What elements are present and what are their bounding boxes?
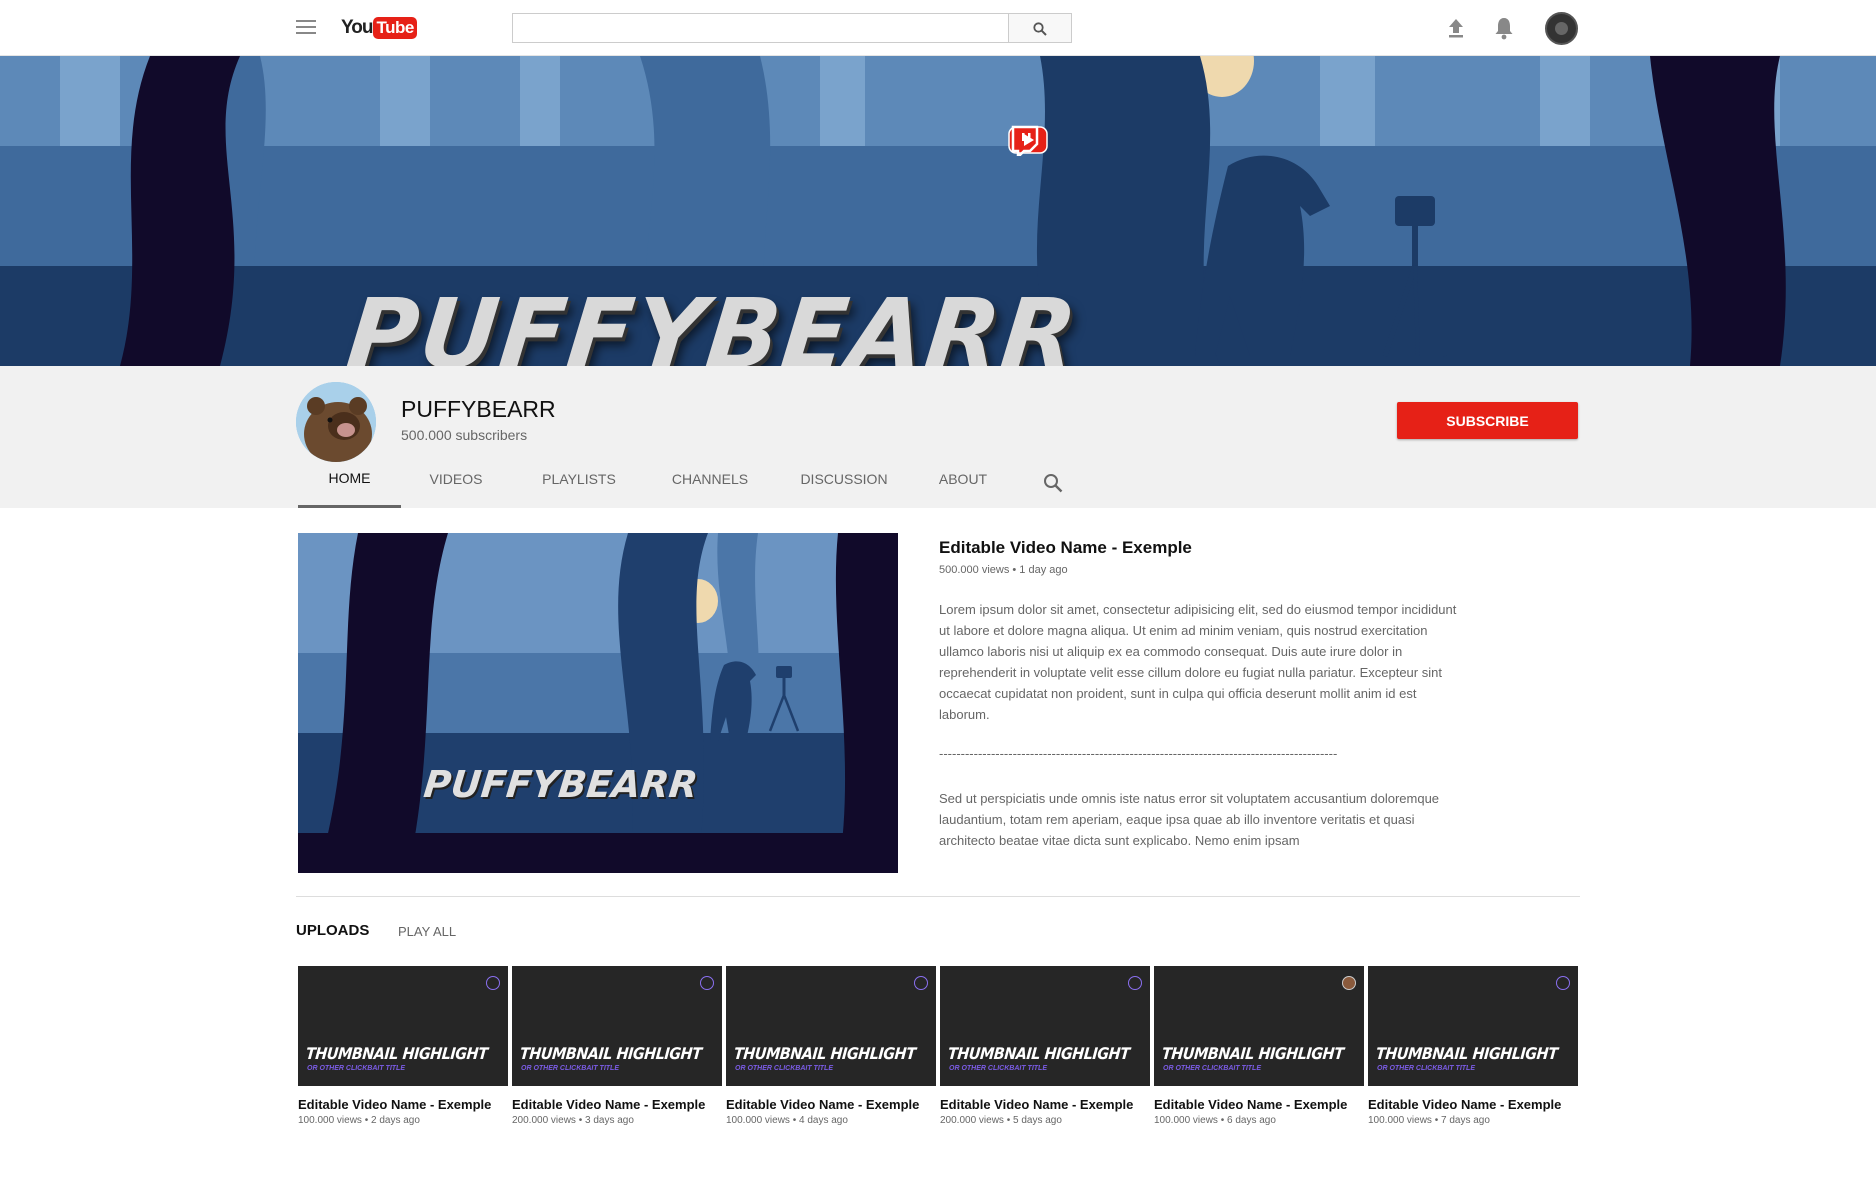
account-avatar[interactable] <box>1545 12 1578 45</box>
top-bar: You Tube <box>0 0 1876 56</box>
search-icon <box>1033 22 1047 36</box>
channel-logo-icon <box>914 976 928 990</box>
thumbnail-subtitle: OR OTHER CLICKBAIT TITLE <box>307 1065 405 1072</box>
thumbnail-highlight: THUMBNAIL HIGHLIGHT <box>733 1044 917 1063</box>
video-meta: 200.000 views • 5 days ago <box>940 1115 1062 1126</box>
video-title[interactable]: Editable Video Name - Exemple <box>1154 1097 1364 1112</box>
play-all-button[interactable]: PLAY ALL <box>398 924 456 939</box>
search-input[interactable] <box>512 13 1009 43</box>
video-card[interactable]: THUMBNAIL HIGHLIGHT OR OTHER CLICKBAIT T… <box>1154 966 1364 1126</box>
video-thumbnail[interactable]: THUMBNAIL HIGHLIGHT OR OTHER CLICKBAIT T… <box>1154 966 1364 1086</box>
featured-video-title[interactable]: Editable Video Name - Exemple <box>939 538 1192 558</box>
twitch-icon[interactable] <box>1008 124 1040 156</box>
featured-video-description: Lorem ipsum dolor sit amet, consectetur … <box>939 602 1457 722</box>
avatar-icon <box>1342 976 1356 990</box>
video-thumbnail[interactable]: THUMBNAIL HIGHLIGHT OR OTHER CLICKBAIT T… <box>726 966 936 1086</box>
video-meta: 200.000 views • 3 days ago <box>512 1115 634 1126</box>
video-thumbnail[interactable]: THUMBNAIL HIGHLIGHT OR OTHER CLICKBAIT T… <box>512 966 722 1086</box>
subscribe-button[interactable]: SUBSCRIBE <box>1397 402 1578 439</box>
youtube-logo[interactable]: You Tube <box>341 16 417 40</box>
channel-name: PUFFYBEARR <box>401 396 556 422</box>
video-title[interactable]: Editable Video Name - Exemple <box>940 1097 1150 1112</box>
channel-logo-icon <box>486 976 500 990</box>
featured-video-thumbnail[interactable]: PUFFYBEARR <box>298 533 898 873</box>
thumbnail-subtitle: OR OTHER CLICKBAIT TITLE <box>949 1065 1047 1072</box>
logo-tube-text: Tube <box>373 17 417 39</box>
featured-forest-art <box>298 533 898 873</box>
description-divider: ----------------------------------------… <box>939 746 1338 761</box>
tab-videos[interactable]: VIDEOS <box>416 450 496 508</box>
tab-home[interactable]: HOME <box>298 450 401 508</box>
video-meta: 100.000 views • 2 days ago <box>298 1115 420 1126</box>
featured-thumbnail-title: PUFFYBEARR <box>421 763 700 806</box>
channel-logo-icon <box>700 976 714 990</box>
video-meta: 100.000 views • 7 days ago <box>1368 1115 1490 1126</box>
video-card[interactable]: THUMBNAIL HIGHLIGHT OR OTHER CLICKBAIT T… <box>940 966 1150 1126</box>
thumbnail-highlight: THUMBNAIL HIGHLIGHT <box>1375 1044 1559 1063</box>
thumbnail-subtitle: OR OTHER CLICKBAIT TITLE <box>735 1065 833 1072</box>
featured-video-meta: 500.000 views • 1 day ago <box>939 564 1068 576</box>
bell-icon[interactable] <box>1493 16 1515 40</box>
thumbnail-highlight: THUMBNAIL HIGHLIGHT <box>519 1044 703 1063</box>
video-title[interactable]: Editable Video Name - Exemple <box>726 1097 936 1112</box>
featured-video-description-continued: Sed ut perspiciatis unde omnis iste natu… <box>939 791 1440 848</box>
video-title[interactable]: Editable Video Name - Exemple <box>298 1097 508 1112</box>
search-button[interactable] <box>1009 13 1072 43</box>
banner-title: PUFFYBEARR <box>342 278 1084 366</box>
tab-playlists[interactable]: PLAYLISTS <box>535 450 623 508</box>
video-meta: 100.000 views • 4 days ago <box>726 1115 848 1126</box>
hamburger-menu-icon[interactable] <box>296 20 316 36</box>
video-card[interactable]: THUMBNAIL HIGHLIGHT OR OTHER CLICKBAIT T… <box>298 966 508 1126</box>
video-card[interactable]: THUMBNAIL HIGHLIGHT OR OTHER CLICKBAIT T… <box>1368 966 1578 1126</box>
video-title[interactable]: Editable Video Name - Exemple <box>1368 1097 1578 1112</box>
thumbnail-subtitle: OR OTHER CLICKBAIT TITLE <box>1163 1065 1261 1072</box>
uploads-section-title[interactable]: UPLOADS <box>296 922 369 939</box>
tab-about[interactable]: ABOUT <box>928 450 998 508</box>
subscriber-count: 500.000 subscribers <box>401 427 528 443</box>
uploads-video-list: THUMBNAIL HIGHLIGHT OR OTHER CLICKBAIT T… <box>298 966 1580 1136</box>
video-thumbnail[interactable]: THUMBNAIL HIGHLIGHT OR OTHER CLICKBAIT T… <box>298 966 508 1086</box>
tab-discussion[interactable]: DISCUSSION <box>788 450 900 508</box>
thumbnail-highlight: THUMBNAIL HIGHLIGHT <box>305 1044 489 1063</box>
video-title[interactable]: Editable Video Name - Exemple <box>512 1097 722 1112</box>
thumbnail-subtitle: OR OTHER CLICKBAIT TITLE <box>1377 1065 1475 1072</box>
video-card[interactable]: THUMBNAIL HIGHLIGHT OR OTHER CLICKBAIT T… <box>512 966 722 1126</box>
upload-icon[interactable] <box>1446 17 1466 39</box>
thumbnail-subtitle: OR OTHER CLICKBAIT TITLE <box>521 1065 619 1072</box>
video-thumbnail[interactable]: THUMBNAIL HIGHLIGHT OR OTHER CLICKBAIT T… <box>940 966 1150 1086</box>
logo-you-text: You <box>341 17 374 38</box>
video-card[interactable]: THUMBNAIL HIGHLIGHT OR OTHER CLICKBAIT T… <box>726 966 936 1126</box>
channel-header: PUFFYBEARR 500.000 subscribers SUBSCRIBE… <box>0 366 1876 508</box>
section-divider <box>296 896 1580 897</box>
video-thumbnail[interactable]: THUMBNAIL HIGHLIGHT OR OTHER CLICKBAIT T… <box>1368 966 1578 1086</box>
thumbnail-highlight: THUMBNAIL HIGHLIGHT <box>1161 1044 1345 1063</box>
video-meta: 100.000 views • 6 days ago <box>1154 1115 1276 1126</box>
thumbnail-highlight: THUMBNAIL HIGHLIGHT <box>947 1044 1131 1063</box>
channel-banner: PUFFYBEARR <box>0 56 1876 366</box>
channel-logo-icon <box>1556 976 1570 990</box>
channel-search-icon[interactable] <box>1042 472 1064 494</box>
channel-logo-icon <box>1128 976 1142 990</box>
tab-channels[interactable]: CHANNELS <box>660 450 760 508</box>
